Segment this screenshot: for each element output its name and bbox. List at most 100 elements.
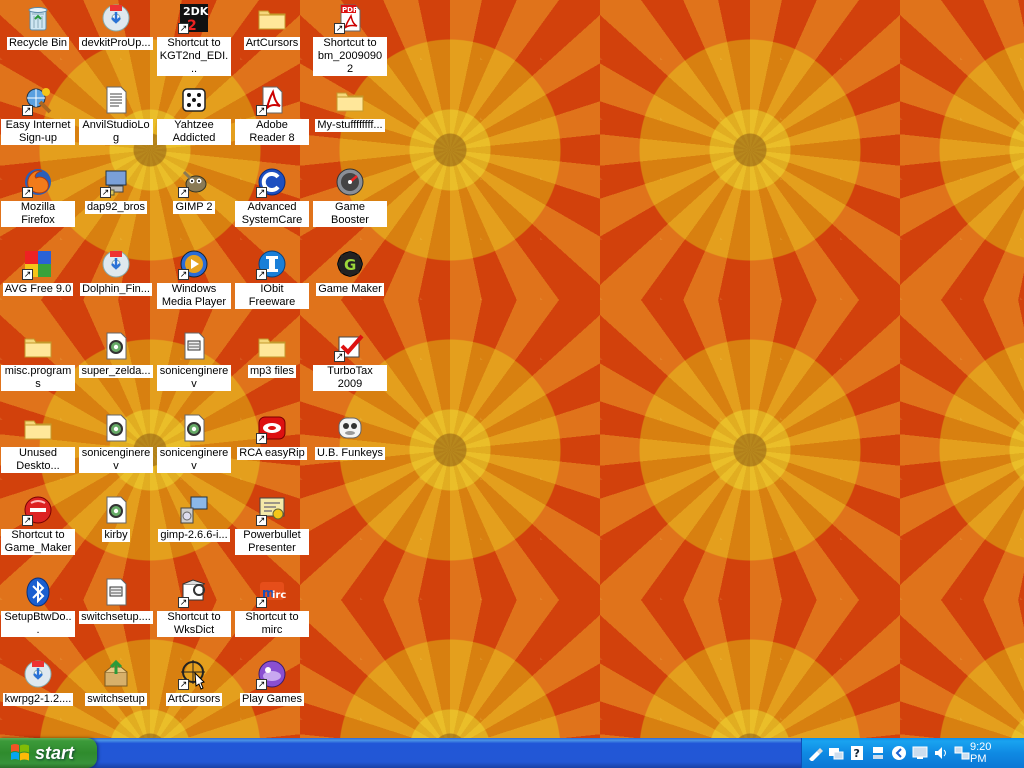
desktop-icon[interactable]: sonicenginerev — [157, 328, 231, 410]
gimp-icon: ↗ — [178, 166, 210, 198]
desktop-icon[interactable]: misc.programs — [1, 328, 75, 410]
shortcut-arrow-icon: ↗ — [178, 187, 189, 198]
desktop-icon[interactable]: super_zelda... — [79, 328, 153, 410]
desktop-icon[interactable]: kwrpg2-1.2.... — [1, 656, 75, 738]
game-maker-red-icon: ↗ — [22, 494, 54, 526]
desktop-icon-label: Shortcut to bm_20090902 — [313, 37, 387, 76]
media-player-icon: ↗ — [178, 248, 210, 280]
desktop-icon-label: Advanced SystemCare — [235, 201, 309, 227]
desktop-icon[interactable]: ↗ GIMP 2 — [157, 164, 231, 246]
installer-disc-icon — [100, 2, 132, 34]
desktop-icon-label: kirby — [102, 529, 130, 542]
installer-disc-icon — [100, 248, 132, 280]
clock[interactable]: 9:20 PM — [970, 741, 1004, 765]
folder-icon — [22, 330, 54, 362]
recycle-bin-icon — [22, 2, 54, 34]
desktop-icon-label: super_zelda... — [79, 365, 153, 378]
desktop-icon[interactable]: ↗ ArtCursors — [157, 656, 231, 738]
desktop-icon[interactable]: ↗ Mozilla Firefox — [1, 164, 75, 246]
desktop-icon[interactable]: Recycle Bin — [1, 0, 75, 82]
desktop-icon-label: IObit Freeware — [235, 283, 309, 309]
desktop-icon[interactable]: U.B. Funkeys — [313, 410, 387, 492]
shortcut-arrow-icon: ↗ — [256, 269, 267, 280]
notification-icon[interactable] — [870, 745, 886, 761]
desktop-icon[interactable]: Yahtzee Addicted — [157, 82, 231, 164]
game-booster-icon — [334, 166, 366, 198]
shortcut-arrow-icon: ↗ — [256, 515, 267, 526]
desktop-icon[interactable]: sonicenginerev — [79, 410, 153, 492]
desktop-icon[interactable]: ↗ Shortcut to Game_Maker — [1, 492, 75, 574]
config-file-icon — [178, 330, 210, 362]
monitor-icon[interactable] — [912, 745, 928, 761]
desktop-icon[interactable]: ↗ Adobe Reader 8 — [235, 82, 309, 164]
desktop-icon-label: Unused Deskto... — [1, 447, 75, 473]
svg-text:?: ? — [854, 747, 860, 760]
desktop-icon[interactable]: Game Booster — [313, 164, 387, 246]
arrow-left-icon[interactable] — [891, 745, 907, 761]
desktop-icon[interactable]: AnvilStudioLog — [79, 82, 153, 164]
desktop-icon[interactable]: mp3 files — [235, 328, 309, 410]
easy-internet-icon: ↗ — [22, 84, 54, 116]
desktop-icon[interactable]: ↗ AVG Free 9.0 — [1, 246, 75, 328]
desktop-icon-label: switchsetup — [85, 693, 147, 706]
desktop-icon[interactable]: ↗ Powerbullet Presenter — [235, 492, 309, 574]
desktop-icon[interactable]: ↗ IObit Freeware — [235, 246, 309, 328]
desktop-icon-label: devkitProUp... — [79, 37, 153, 50]
desktop-icon[interactable]: ↗ Shortcut to WksDict — [157, 574, 231, 656]
network-icon[interactable] — [828, 745, 844, 761]
start-label: start — [35, 742, 75, 763]
desktop-icon[interactable]: sonicenginerev — [157, 410, 231, 492]
setup-box-icon — [100, 658, 132, 690]
help-icon[interactable]: ? — [849, 745, 865, 761]
desktop-icon[interactable]: ArtCursors — [235, 0, 309, 82]
folder-icon — [256, 2, 288, 34]
pdf-file-icon: PDF ↗ — [334, 2, 366, 34]
desktop-icon[interactable]: PDF ↗ Shortcut to bm_20090902 — [313, 0, 387, 82]
desktop-icon[interactable]: ↗ Windows Media Player — [157, 246, 231, 328]
systemcare-icon: ↗ — [256, 166, 288, 198]
desktop-icon[interactable]: SetupBtwDo... — [1, 574, 75, 656]
desktop-icon[interactable]: G Game Maker — [313, 246, 387, 328]
shortcut-arrow-icon: ↗ — [178, 23, 189, 34]
funkeys-icon — [334, 412, 366, 444]
pen-tool-icon[interactable] — [807, 745, 823, 761]
desktop-icon-label: misc.programs — [1, 365, 75, 391]
desktop-icon-label: kwrpg2-1.2.... — [2, 693, 74, 706]
windows-logo-icon — [11, 744, 29, 761]
gear-file-icon — [100, 330, 132, 362]
desktop-icon-label: sonicenginerev — [157, 447, 231, 473]
start-button[interactable]: start — [0, 738, 97, 768]
desktop-icon-label: dap92_bros — [84, 201, 148, 214]
desktop-icon-label: Easy Internet Sign-up — [1, 119, 75, 145]
speaker-icon[interactable] — [933, 745, 949, 761]
mirc-icon: m irc ↗ — [256, 576, 288, 608]
desktop-icon[interactable]: switchsetup — [79, 656, 153, 738]
kgt-2dk-icon: 2DK 2 ↗ — [178, 2, 210, 34]
installer-disc-icon — [22, 658, 54, 690]
svg-text:PDF: PDF — [342, 6, 358, 14]
desktop-icon[interactable]: kirby — [79, 492, 153, 574]
desktop-icon[interactable]: ↗ RCA easyRip — [235, 410, 309, 492]
desktop-icon-label: Powerbullet Presenter — [235, 529, 309, 555]
desktop-icon[interactable]: m irc ↗ Shortcut to mirc — [235, 574, 309, 656]
desktop-icon[interactable]: ↗ TurboTax 2009 — [313, 328, 387, 410]
desktop-icon[interactable]: ↗ Play Games — [235, 656, 309, 738]
bluetooth-icon — [22, 576, 54, 608]
desktop-icon[interactable]: ↗ Advanced SystemCare — [235, 164, 309, 246]
network-computers-icon[interactable] — [954, 745, 970, 761]
desktop-icon[interactable]: devkitProUp... — [79, 0, 153, 82]
desktop-icon[interactable]: switchsetup.... — [79, 574, 153, 656]
desktop-icon[interactable]: Dolphin_Fin... — [79, 246, 153, 328]
desktop-icon[interactable]: My-stuffffffff... — [313, 82, 387, 164]
desktop[interactable]: Recycle Bin ↗ Easy Internet Sign-up ↗ Mozill… — [0, 0, 1024, 738]
desktop-icon-label: Adobe Reader 8 — [235, 119, 309, 145]
shortcut-arrow-icon: ↗ — [256, 105, 267, 116]
desktop-icon[interactable]: gimp-2.6.6-i... — [157, 492, 231, 574]
desktop-icon-label: GIMP 2 — [173, 201, 215, 214]
desktop-icon-label: Yahtzee Addicted — [157, 119, 231, 145]
desktop-icon[interactable]: ↗ Easy Internet Sign-up — [1, 82, 75, 164]
desktop-icon[interactable]: 2DK 2 ↗ Shortcut to KGT2nd_EDI... — [157, 0, 231, 82]
desktop-icon[interactable]: ↗ dap92_bros — [79, 164, 153, 246]
shortcut-arrow-icon: ↗ — [256, 433, 267, 444]
desktop-icon[interactable]: Unused Deskto... — [1, 410, 75, 492]
